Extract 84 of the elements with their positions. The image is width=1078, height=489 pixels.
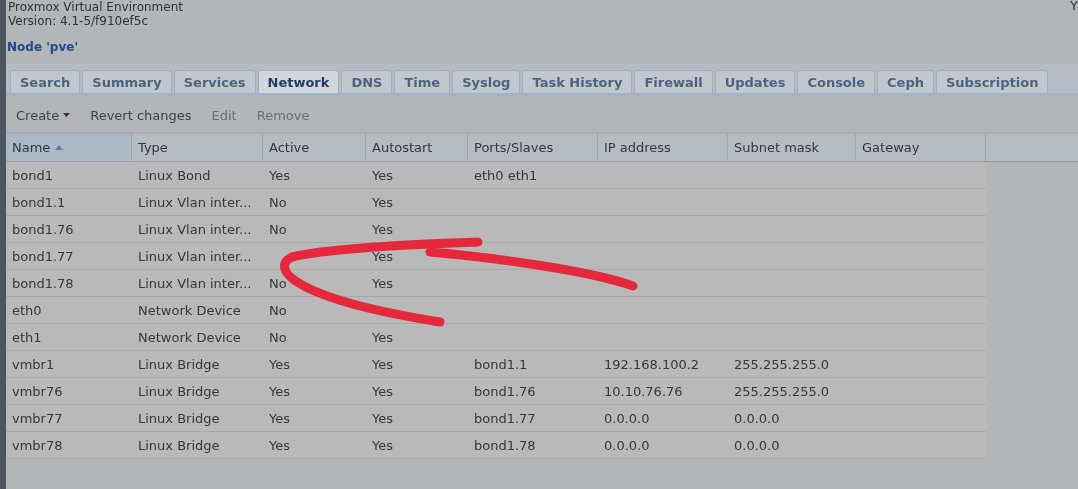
column-header[interactable]: IP address: [598, 134, 728, 161]
table-cell: 0.0.0.0: [734, 410, 780, 426]
tab[interactable]: Firewall: [634, 70, 713, 93]
column-header[interactable]: Active: [263, 134, 366, 161]
tab[interactable]: Updates: [714, 70, 796, 93]
menu-button[interactable]: Create: [16, 106, 71, 124]
table-cell: Linux Vlan inter...: [138, 194, 252, 210]
table-cell: Linux Vlan inter...: [138, 248, 252, 264]
table-cell: vmbr77: [12, 410, 63, 426]
table-cell: Yes: [372, 194, 393, 210]
table-cell: Yes: [372, 248, 393, 264]
table-cell: 0.0.0.0: [604, 437, 650, 453]
table-cell: Yes: [372, 221, 393, 237]
table-cell: Network Device: [138, 302, 241, 318]
table-cell: Linux Bridge: [138, 383, 220, 399]
column-header[interactable]: Name: [6, 134, 132, 161]
tab[interactable]: Time: [394, 70, 451, 93]
table-cell: vmbr76: [12, 383, 63, 399]
table-cell: Linux Bond: [138, 167, 211, 183]
table-cell: 10.10.76.76: [604, 383, 683, 399]
tab[interactable]: Console: [797, 70, 876, 93]
tab[interactable]: Task History: [522, 70, 633, 93]
column-header[interactable]: Type: [132, 134, 263, 161]
tab[interactable]: Syslog: [452, 70, 521, 93]
table-cell: Yes: [372, 410, 393, 426]
table-cell: Yes: [269, 167, 290, 183]
table-cell: bond1.77: [474, 410, 536, 426]
table-cell: 255.255.255.0: [734, 356, 830, 372]
table-cell: No: [269, 275, 287, 291]
table-cell: Yes: [372, 437, 393, 453]
sort-ascending-icon: [55, 145, 64, 150]
table-cell: 255.255.255.0: [734, 383, 830, 399]
table-cell: bond1.77: [12, 248, 74, 264]
table-cell: Yes: [269, 410, 290, 426]
table-cell: Yes: [372, 275, 393, 291]
table-cell: Yes: [269, 356, 290, 372]
table-cell: No: [269, 194, 287, 210]
table-cell: No: [269, 329, 287, 345]
tab[interactable]: Search: [10, 70, 81, 93]
tab[interactable]: DNS: [341, 70, 393, 93]
table-cell: bond1.78: [474, 437, 536, 453]
tab[interactable]: Services: [173, 70, 256, 93]
caret-icon: [63, 113, 71, 117]
table-cell: Yes: [372, 329, 393, 345]
table-cell: bond1.76: [12, 221, 74, 237]
table-cell: Yes: [372, 167, 393, 183]
table-cell: Linux Bridge: [138, 437, 220, 453]
table-cell: Linux Bridge: [138, 410, 220, 426]
table-cell: 0.0.0.0: [604, 410, 650, 426]
table-cell: eth1: [12, 329, 42, 345]
table-cell: vmbr78: [12, 437, 63, 453]
tab[interactable]: Ceph: [877, 70, 934, 93]
toolbar-button[interactable]: Revert changes: [90, 106, 192, 124]
table-cell: bond1.1: [12, 194, 66, 210]
tab[interactable]: Subscription: [936, 70, 1049, 93]
table-cell: No: [269, 221, 287, 237]
table-cell: Linux Bridge: [138, 356, 220, 372]
table-cell: Yes: [269, 437, 290, 453]
table-cell: No: [269, 302, 287, 318]
table-cell: vmbr1: [12, 356, 55, 372]
table-cell: 192.168.100.2: [604, 356, 700, 372]
column-header[interactable]: Subnet mask: [728, 134, 856, 161]
version-text: Version: 4.1-5/f910ef5c: [8, 14, 150, 28]
column-header[interactable]: Ports/Slaves: [468, 134, 598, 161]
table-cell: Network Device: [138, 329, 241, 345]
app-title: Proxmox Virtual Environment: [8, 0, 183, 14]
table-cell: Linux Vlan inter...: [138, 275, 252, 291]
table-cell: eth0: [12, 302, 42, 318]
table-cell: Linux Vlan inter...: [138, 221, 252, 237]
table-cell: Yes: [372, 356, 393, 372]
tab[interactable]: Summary: [82, 70, 172, 93]
column-header[interactable]: Gateway: [856, 134, 986, 161]
tab[interactable]: Network: [257, 70, 340, 93]
table-cell: Yes: [269, 383, 290, 399]
user-text: Y: [1070, 0, 1078, 15]
table-cell: 0.0.0.0: [734, 437, 780, 453]
table-cell: bond1: [12, 167, 53, 183]
table-cell: bond1.76: [474, 383, 536, 399]
table-cell: Yes: [372, 383, 393, 399]
table-cell: bond1.78: [12, 275, 74, 291]
column-header[interactable]: Autostart: [366, 134, 468, 161]
table-cell: bond1.1: [474, 356, 528, 372]
table-cell: eth0 eth1: [474, 167, 538, 183]
panel-title: Node 'pve': [6, 39, 80, 56]
